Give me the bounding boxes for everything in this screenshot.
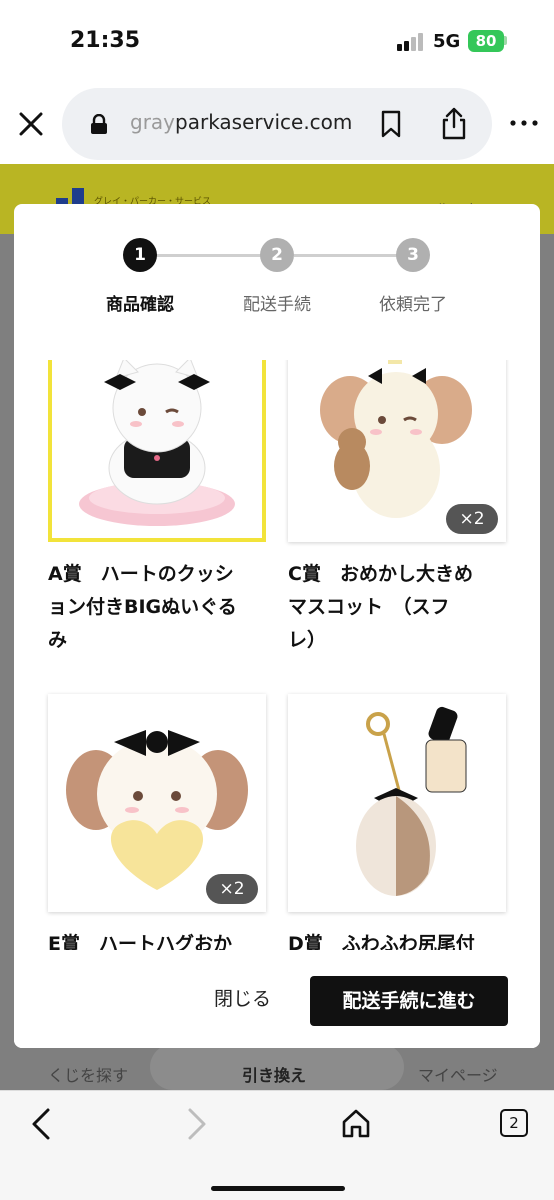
- address-bar[interactable]: grayparkaservice.com: [62, 88, 492, 160]
- bookmark-icon[interactable]: [380, 110, 402, 138]
- prize-title-line: A賞 ハートのクッシ: [48, 563, 234, 585]
- url-prefix: gray: [130, 110, 176, 134]
- share-icon[interactable]: [440, 106, 468, 140]
- prize-title-line: マスコット （スフ: [288, 596, 450, 618]
- prize-title-line: み: [48, 629, 68, 651]
- stepper-connector: [294, 254, 402, 257]
- prize-grid: A賞 ハートのクッシ ョン付きBIGぬいぐる み ×2 C賞 おめかし大きめ マ…: [14, 360, 540, 950]
- nav-search-lottery[interactable]: くじを探す: [48, 1062, 128, 1086]
- browser-toolbar: 2: [0, 1090, 554, 1200]
- step-3-label: 依頼完了: [379, 295, 447, 315]
- step-1-label: 商品確認: [106, 295, 174, 315]
- fluffy-tail-keychain-icon: [356, 706, 467, 896]
- quantity-badge: ×2: [446, 504, 498, 534]
- prize-thumbnail: ×2: [288, 360, 506, 542]
- prize-title: A賞 ハートのクッシ ョン付きBIGぬいぐる み: [48, 558, 268, 657]
- prize-thumbnail: [288, 694, 506, 912]
- stepper-connector: [156, 254, 264, 257]
- battery-tip: [504, 36, 507, 45]
- status-time: 21:35: [70, 28, 141, 53]
- close-icon[interactable]: [17, 110, 45, 138]
- step-1-indicator: 1: [123, 238, 157, 272]
- close-button[interactable]: 閉じる: [214, 984, 271, 1011]
- step-2-indicator: 2: [260, 238, 294, 272]
- tabs-button[interactable]: 2: [500, 1109, 528, 1137]
- prize-thumbnail: ×2: [48, 694, 266, 912]
- browser-address-row: grayparkaservice.com: [0, 80, 554, 164]
- modal-footer: 閉じる 配送手続に進む: [14, 960, 540, 1048]
- prize-title-line: レ）: [288, 629, 327, 651]
- nav-mypage[interactable]: マイページ: [418, 1062, 498, 1086]
- prize-title-line: E賞 ハートハグおか: [48, 933, 232, 950]
- lock-icon: [91, 114, 107, 134]
- prize-title: C賞 おめかし大きめ マスコット （スフ レ）: [288, 558, 508, 657]
- prize-thumbnail: [48, 360, 266, 542]
- prize-title: D賞 ふわふわ尻尾付: [288, 928, 508, 950]
- more-options-icon[interactable]: [510, 120, 538, 126]
- url-domain: parkaservice.com: [175, 110, 353, 134]
- prize-title-line: C賞 おめかし大きめ: [288, 563, 473, 585]
- home-indicator: [211, 1186, 345, 1191]
- redeem-modal: 1 2 3 商品確認 配送手続 依頼完了 A賞 ハートのクッシ ョン付きBIGぬ…: [14, 204, 540, 1048]
- forward-icon: [188, 1108, 206, 1140]
- url-text: grayparkaservice.com: [130, 110, 352, 134]
- quantity-badge: ×2: [206, 874, 258, 904]
- proceed-to-shipping-button[interactable]: 配送手続に進む: [310, 976, 508, 1026]
- home-icon[interactable]: [340, 1107, 372, 1139]
- bear-plush-on-cushion-icon: [79, 360, 235, 526]
- network-type: 5G: [433, 31, 461, 52]
- battery-icon: 80: [468, 30, 504, 52]
- status-bar: 21:35 5G 80: [0, 0, 554, 80]
- prize-title-line: ョン付きBIGぬいぐる: [48, 596, 237, 618]
- cellular-signal-icon: [397, 33, 425, 51]
- prize-title: E賞 ハートハグおか: [48, 928, 268, 950]
- step-3-indicator: 3: [396, 238, 430, 272]
- back-icon[interactable]: [30, 1107, 52, 1141]
- prize-title-line: D賞 ふわふわ尻尾付: [288, 933, 475, 950]
- step-2-label: 配送手続: [243, 295, 311, 315]
- nav-redeem[interactable]: 引き換え: [242, 1062, 306, 1086]
